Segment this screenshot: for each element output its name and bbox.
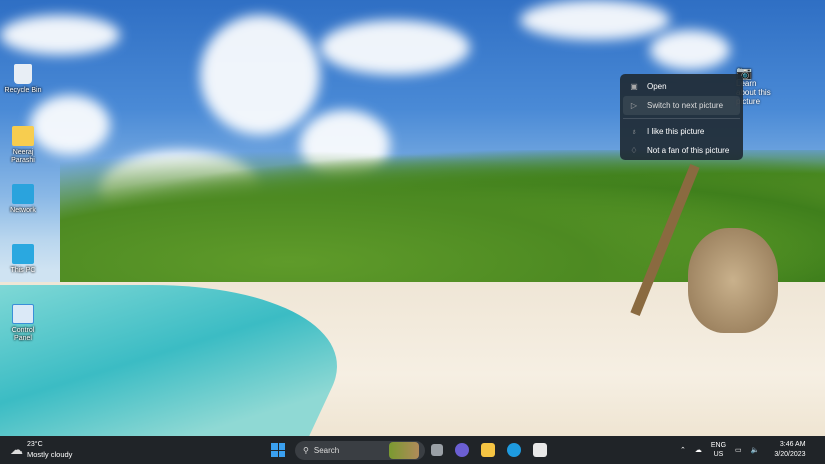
next-icon: ▷ [630, 101, 638, 110]
desktop-icon-recycle-bin[interactable]: Recycle Bin [2, 64, 44, 95]
microsoft-store-icon[interactable] [533, 443, 547, 457]
context-menu: ▣ Open ▷ Switch to next picture ♁ I like th… [620, 74, 743, 160]
thumbs-down-icon: ♢ [630, 146, 638, 155]
desktop-icon-control-panel[interactable]: Control Panel [2, 304, 44, 343]
weather-widget[interactable]: ☁ 23°C Mostly cloudy [10, 436, 72, 464]
recycle-bin-icon [14, 64, 32, 84]
file-explorer-icon[interactable] [481, 443, 495, 457]
onedrive-icon[interactable]: ☁ [695, 446, 702, 454]
language-indicator[interactable]: ENG US [711, 441, 726, 459]
network-icon[interactable]: ▭ [735, 446, 742, 454]
start-button[interactable] [271, 443, 285, 457]
desktop-icon-this-pc[interactable]: This PC [2, 244, 44, 275]
desktop-wallpaper [0, 0, 825, 436]
search-icon: ⚲ [303, 445, 309, 455]
teams-chat-icon[interactable] [455, 443, 469, 457]
desktop-icon-user-folder[interactable]: Neeraj Parashi [2, 126, 44, 165]
taskbar: ☁ 23°C Mostly cloudy ⚲ Search ⌃ ☁ ENG US ▭ … [0, 436, 825, 464]
desktop-icon-network[interactable]: Network [2, 184, 44, 215]
chevron-up-icon[interactable]: ⌃ [680, 446, 686, 454]
menu-item-like[interactable]: ♁ I like this picture [623, 122, 740, 141]
open-icon: ▣ [630, 82, 638, 91]
menu-divider [623, 118, 740, 119]
menu-item-dislike[interactable]: ♢ Not a fan of this picture [623, 141, 740, 160]
search-box[interactable]: ⚲ Search [295, 440, 425, 460]
monitor-icon [12, 244, 34, 264]
network-icon [12, 184, 34, 204]
clock[interactable]: 3:46 AM 3/20/2023 [774, 440, 805, 460]
thumbs-up-icon: ♁ [631, 127, 637, 136]
edge-icon[interactable] [507, 443, 521, 457]
task-view-icon[interactable] [431, 444, 443, 456]
folder-icon [12, 126, 34, 146]
search-highlight-icon [389, 441, 419, 459]
menu-item-open[interactable]: ▣ Open [623, 77, 740, 96]
control-panel-icon [12, 304, 34, 324]
volume-icon[interactable]: 🔈 [751, 446, 760, 454]
menu-item-next-picture[interactable]: ▷ Switch to next picture [623, 96, 740, 115]
cloudy-icon: ☁ [10, 442, 23, 457]
